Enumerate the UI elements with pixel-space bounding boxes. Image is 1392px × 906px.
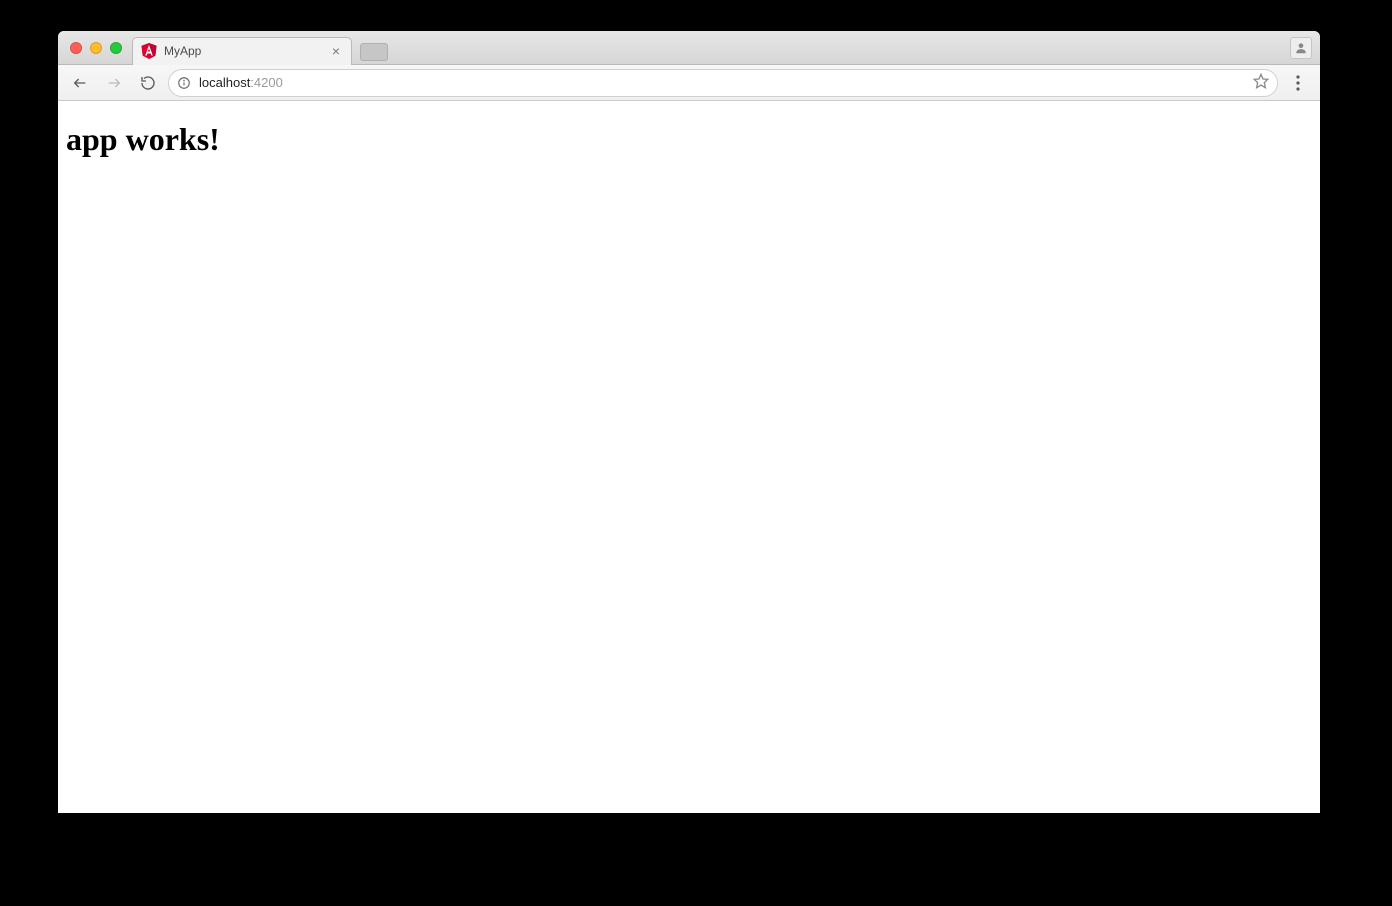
address-bar[interactable]: localhost:4200 <box>168 69 1278 97</box>
browser-menu-button[interactable] <box>1284 69 1312 97</box>
url-port: :4200 <box>250 75 283 90</box>
browser-window: MyApp × <box>58 31 1320 813</box>
page-heading: app works! <box>66 121 1312 158</box>
browser-tab-active[interactable]: MyApp × <box>132 37 352 65</box>
url-host: localhost <box>199 75 250 90</box>
page-content: app works! <box>58 101 1320 813</box>
new-tab-button[interactable] <box>360 43 388 61</box>
star-icon <box>1253 73 1269 89</box>
toolbar: localhost:4200 <box>58 65 1320 101</box>
arrow-right-icon <box>106 75 122 91</box>
forward-button[interactable] <box>100 69 128 97</box>
person-icon <box>1294 41 1308 55</box>
tab-title: MyApp <box>164 44 329 58</box>
reload-icon <box>140 75 156 91</box>
reload-button[interactable] <box>134 69 162 97</box>
profile-button[interactable] <box>1290 37 1312 59</box>
url-text: localhost:4200 <box>199 75 283 90</box>
more-vertical-icon <box>1296 75 1300 91</box>
tab-bar: MyApp × <box>58 31 1320 65</box>
window-traffic-lights <box>58 42 132 54</box>
window-close-button[interactable] <box>70 42 82 54</box>
angular-icon <box>141 43 157 59</box>
arrow-left-icon <box>72 75 88 91</box>
window-minimize-button[interactable] <box>90 42 102 54</box>
site-info-icon[interactable] <box>177 76 191 90</box>
close-icon[interactable]: × <box>329 44 343 58</box>
bookmark-button[interactable] <box>1253 73 1269 92</box>
back-button[interactable] <box>66 69 94 97</box>
window-maximize-button[interactable] <box>110 42 122 54</box>
